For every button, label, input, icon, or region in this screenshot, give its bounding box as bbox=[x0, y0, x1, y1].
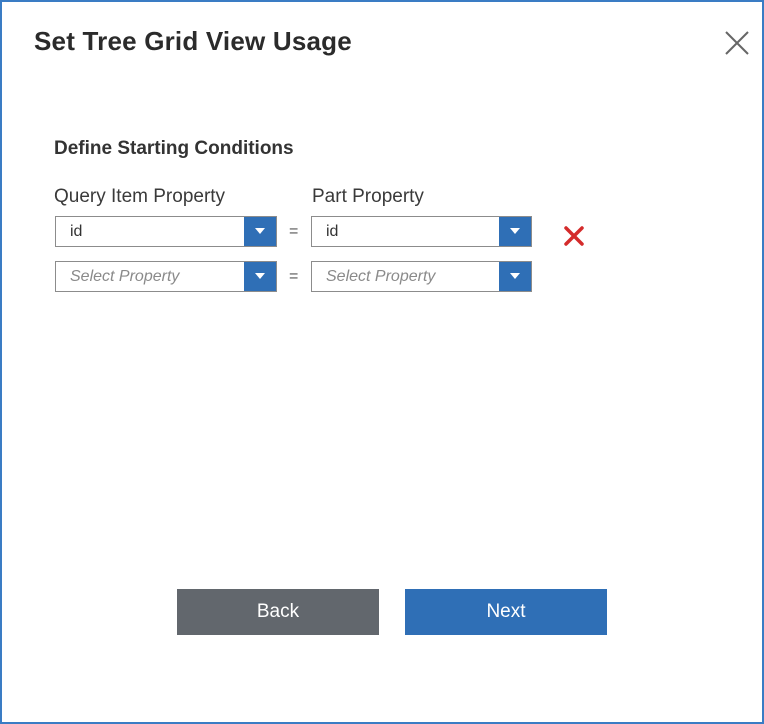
chevron-down-icon[interactable] bbox=[244, 217, 276, 246]
dialog: Set Tree Grid View Usage Define Starting… bbox=[0, 0, 764, 724]
chevron-down-icon[interactable] bbox=[244, 262, 276, 291]
chevron-down-icon[interactable] bbox=[499, 217, 531, 246]
select-placeholder: Select Property bbox=[326, 268, 436, 285]
select-placeholder: Select Property bbox=[70, 268, 180, 285]
select-value: id bbox=[70, 223, 83, 240]
part-property-select-2[interactable]: Select Property bbox=[311, 261, 532, 292]
query-item-property-select-1[interactable]: id bbox=[55, 216, 277, 247]
select-value: id bbox=[326, 223, 339, 240]
close-icon[interactable] bbox=[722, 28, 752, 58]
equals-sign: = bbox=[289, 223, 299, 240]
section-heading: Define Starting Conditions bbox=[54, 138, 294, 159]
equals-sign: = bbox=[289, 268, 299, 285]
next-button[interactable]: Next bbox=[405, 589, 607, 635]
query-item-property-select-2[interactable]: Select Property bbox=[55, 261, 277, 292]
part-property-select-1[interactable]: id bbox=[311, 216, 532, 247]
query-item-property-label: Query Item Property bbox=[54, 186, 226, 207]
part-property-label: Part Property bbox=[312, 186, 424, 207]
back-button[interactable]: Back bbox=[177, 589, 379, 635]
chevron-down-icon[interactable] bbox=[499, 262, 531, 291]
dialog-title: Set Tree Grid View Usage bbox=[34, 26, 352, 56]
remove-x-icon[interactable] bbox=[562, 224, 586, 248]
